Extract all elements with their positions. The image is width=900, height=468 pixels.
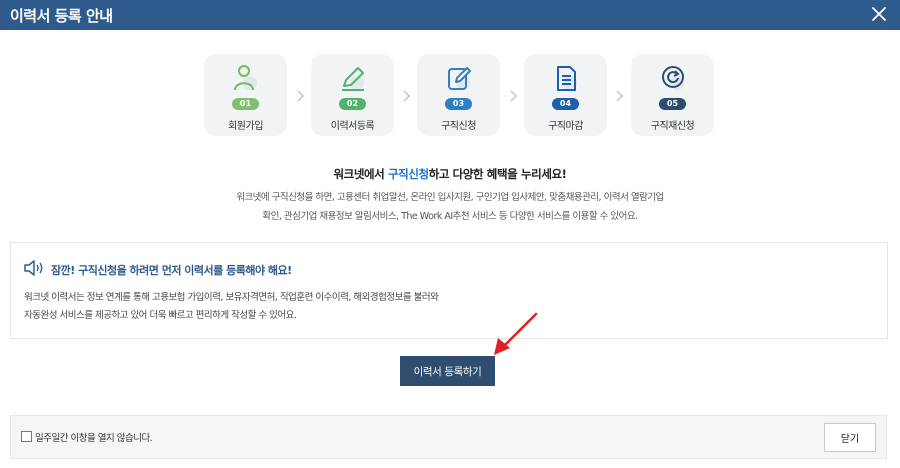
close-button[interactable]: 닫기: [824, 423, 876, 452]
benefit-headline: 워크넷에서 구직신청하고 다양한 혜택을 누리세요!: [0, 166, 900, 182]
checkbox-label[interactable]: 일주일간 이창을 열지 않습니다.: [35, 430, 153, 444]
dialog-footer: 일주일간 이창을 열지 않습니다. 닫기: [10, 415, 887, 459]
dialog-titlebar: 이력서 등록 안내: [0, 0, 900, 30]
benefit-description: 확인, 관심기업 채용정보 알림서비스, The Work AI추천 서비스 등…: [262, 211, 638, 222]
process-steps: 01 회원가입 02 이력서등록 03 구직신청 04 구직마감 05 구직재신…: [204, 54, 714, 136]
dont-show-week-checkbox[interactable]: [21, 431, 32, 442]
notice-text: 워크넷 이력서는 정보 연계를 통해 고용보험 가입이력, 보유자격면허, 직업…: [24, 292, 439, 303]
step-job-reapply: 05 구직재신청: [631, 54, 714, 136]
step-number: 02: [339, 98, 366, 110]
step-number: 03: [445, 98, 472, 110]
dialog-title: 이력서 등록 안내: [10, 7, 113, 25]
step-label: 구직마감: [548, 121, 583, 132]
step-resume-register: 02 이력서등록: [311, 54, 394, 136]
notice-title: 잠깐! 구직신청을 하려면 먼저 이력서를 등록해야 해요!: [51, 264, 292, 277]
notice-text: 자동완성 서비스를 제공하고 있어 더욱 빠르고 편리하게 작성할 수 있어요.: [24, 310, 297, 321]
step-number: 01: [232, 98, 259, 110]
step-label: 구직재신청: [650, 121, 695, 132]
red-arrow-icon: [494, 312, 538, 355]
benefit-description: 워크넷에 구직신청을 하면, 고용센터 취업알선, 온라인 입사지원, 구인기업…: [236, 192, 664, 203]
step-label: 구직신청: [441, 121, 476, 132]
speaker-icon: [24, 260, 43, 276]
pencil-icon: [342, 67, 364, 91]
chevron-right-icon: [403, 90, 410, 102]
step-job-apply: 03 구직신청: [417, 54, 500, 136]
document-icon: [557, 66, 577, 91]
refresh-icon: [662, 66, 684, 90]
step-job-close: 04 구직마감: [524, 54, 607, 136]
chevron-right-icon: [510, 90, 517, 102]
step-label: 회원가입: [228, 121, 263, 132]
headline-text: 워크넷에서: [333, 167, 388, 181]
chevron-right-icon: [297, 90, 304, 102]
step-number: 04: [552, 98, 579, 110]
edit-document-icon: [448, 67, 471, 90]
headline-highlight: 구직신청: [387, 167, 429, 181]
register-resume-button[interactable]: 이력서 등록하기: [400, 356, 495, 386]
step-label: 이력서등록: [330, 121, 375, 132]
person-icon: [234, 65, 257, 91]
chevron-right-icon: [616, 90, 623, 102]
step-signup: 01 회원가입: [204, 54, 287, 136]
notice-box: 잠깐! 구직신청을 하려면 먼저 이력서를 등록해야 해요! 워크넷 이력서는 …: [10, 242, 888, 339]
close-icon[interactable]: [868, 3, 890, 25]
step-number: 05: [659, 98, 686, 110]
headline-text: 하고 다양한 혜택을 누리세요!: [428, 167, 567, 181]
